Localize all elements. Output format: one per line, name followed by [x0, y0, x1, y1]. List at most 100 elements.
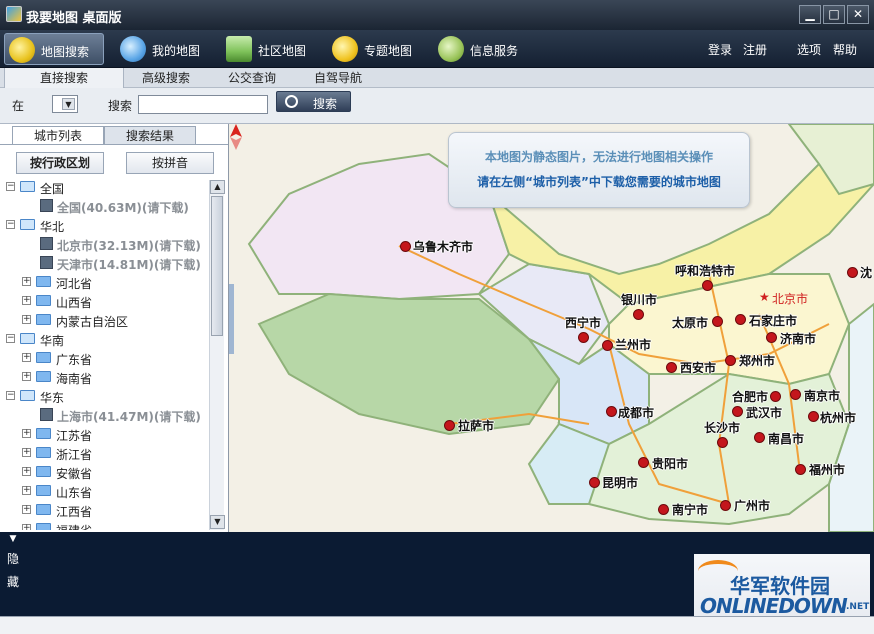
city-marker[interactable] — [578, 332, 589, 343]
bottom-panel: ▼ 隐 藏 华军软件园 ONLINEDOWN .NET — [0, 532, 874, 634]
login-link[interactable]: 登录 — [708, 41, 732, 58]
city-marker[interactable] — [754, 432, 765, 443]
app-icon — [6, 6, 22, 22]
folder-icon — [36, 504, 51, 515]
maximize-button[interactable]: □ — [823, 5, 845, 24]
tab-info-service[interactable]: 信息服务 — [434, 33, 534, 65]
options-link[interactable]: 选项 — [797, 41, 821, 58]
city-marker[interactable] — [732, 406, 743, 417]
expand-icon[interactable]: + — [22, 315, 31, 324]
city-marker[interactable] — [847, 267, 858, 278]
city-marker[interactable] — [790, 389, 801, 400]
tree-scrollbar[interactable]: ▲ ▼ — [209, 180, 225, 530]
expand-icon[interactable]: + — [22, 524, 31, 530]
user-group-icon — [120, 36, 146, 62]
static-map-notice: 本地图为静态图片，无法进行地图相关操作 请在左侧“城市列表”中下载您需要的城市地… — [448, 132, 750, 208]
search-input[interactable] — [138, 95, 268, 114]
collapse-icon[interactable]: − — [6, 334, 15, 343]
city-label: 西安市 — [680, 361, 717, 375]
city-marker[interactable] — [444, 420, 455, 431]
register-link[interactable]: 注册 — [743, 41, 767, 58]
search-button[interactable]: 搜索 — [276, 91, 351, 112]
tab-map-search[interactable]: 地图搜索 — [4, 33, 104, 65]
city-label: 拉萨市 — [458, 419, 495, 433]
expand-icon[interactable]: + — [22, 277, 31, 286]
collapse-icon[interactable]: − — [6, 220, 15, 229]
city-marker[interactable] — [808, 411, 819, 422]
city-marker[interactable] — [795, 464, 806, 475]
city-map-icon — [40, 256, 53, 269]
city-marker[interactable] — [712, 316, 723, 327]
folder-icon — [36, 276, 51, 287]
city-marker[interactable] — [589, 477, 600, 488]
map-view[interactable]: 本地图为静态图片，无法进行地图相关操作 请在左侧“城市列表”中下载您需要的城市地… — [229, 124, 874, 532]
city-label: 贵阳市 — [652, 457, 689, 471]
collapse-icon[interactable]: − — [6, 182, 15, 191]
city-marker[interactable] — [666, 362, 677, 373]
folder-icon — [36, 295, 51, 306]
by-admin-division-button[interactable]: 按行政区划 — [16, 152, 104, 174]
expand-icon[interactable]: + — [22, 429, 31, 438]
tab-city-list[interactable]: 城市列表 — [12, 126, 104, 145]
by-pinyin-button[interactable]: 按拼音 — [126, 152, 214, 174]
city-tree: − 全国 全国(40.63M)(请下载) − 华北 北京市(32.13M)(请下载) 天津市… — [4, 178, 208, 530]
info-service-icon — [438, 36, 464, 62]
tab-topic-map[interactable]: 专题地图 — [328, 33, 428, 65]
city-marker[interactable] — [717, 437, 728, 448]
city-marker[interactable] — [720, 500, 731, 511]
city-marker[interactable] — [638, 457, 649, 468]
expand-icon[interactable]: + — [22, 467, 31, 476]
city-label: 太原市 — [672, 316, 709, 330]
expand-icon[interactable]: + — [22, 505, 31, 514]
expand-icon[interactable]: + — [22, 353, 31, 362]
city-marker[interactable] — [770, 391, 781, 402]
tab-driving-nav[interactable]: 自驾导航 — [296, 68, 380, 88]
expand-icon[interactable]: + — [22, 486, 31, 495]
collapse-icon[interactable]: − — [6, 391, 15, 400]
folder-icon — [36, 314, 51, 325]
region-select[interactable]: ▼ — [52, 95, 78, 113]
notice-line-1: 本地图为静态图片，无法进行地图相关操作 — [484, 150, 713, 164]
city-marker[interactable] — [725, 355, 736, 366]
scroll-down-icon[interactable]: ▼ — [210, 515, 225, 529]
tab-my-map[interactable]: 我的地图 — [116, 33, 216, 65]
tab-direct-search[interactable]: 直接搜索 — [4, 68, 124, 88]
city-label: 广州市 — [734, 499, 771, 513]
search-label: 搜索 — [108, 99, 133, 113]
notice-line-2: 请在左侧“城市列表”中下载您需要的城市地图 — [477, 175, 721, 189]
tab-divider — [0, 144, 228, 145]
city-label: 武汉市 — [746, 406, 783, 420]
tab-bus-query[interactable]: 公交查询 — [210, 68, 294, 88]
city-marker[interactable] — [602, 340, 613, 351]
tab-advanced-search[interactable]: 高级搜索 — [124, 68, 208, 88]
scroll-thumb[interactable] — [211, 196, 223, 336]
city-marker[interactable] — [702, 280, 713, 291]
city-label: 济南市 — [780, 332, 817, 346]
expand-icon[interactable]: + — [22, 372, 31, 381]
expand-icon[interactable]: + — [22, 296, 31, 305]
help-link[interactable]: 帮助 — [833, 41, 857, 58]
chevron-down-icon: ▼ — [62, 98, 75, 110]
expand-icon[interactable]: + — [22, 448, 31, 457]
city-marker[interactable] — [735, 314, 746, 325]
city-label: 长沙市 — [704, 421, 741, 435]
tab-community-map[interactable]: 社区地图 — [222, 33, 322, 65]
tab-search-results[interactable]: 搜索结果 — [104, 126, 196, 145]
city-marker[interactable] — [766, 332, 777, 343]
capital-star-icon[interactable]: ★ — [759, 290, 770, 304]
city-marker[interactable] — [658, 504, 669, 515]
close-button[interactable]: ✕ — [847, 5, 869, 24]
region-label: 在 — [12, 99, 25, 113]
folder-icon — [36, 371, 51, 382]
hide-panel-toggle[interactable]: ▼ 隐 藏 — [3, 534, 23, 590]
scroll-up-icon[interactable]: ▲ — [210, 180, 225, 194]
map-search-icon — [9, 37, 35, 63]
minimize-button[interactable]: ▁ — [799, 5, 821, 24]
city-label: 南昌市 — [768, 432, 805, 446]
city-marker[interactable] — [400, 241, 411, 252]
city-marker[interactable] — [633, 309, 644, 320]
city-label: 昆明市 — [602, 476, 639, 490]
city-marker[interactable] — [606, 406, 617, 417]
pan-handle[interactable] — [229, 284, 234, 354]
window-title: 我要地图 桌面版 — [26, 11, 122, 26]
